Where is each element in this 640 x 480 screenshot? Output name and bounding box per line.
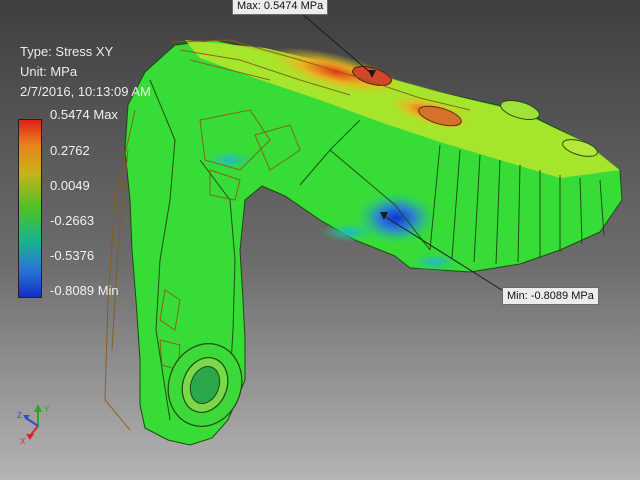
triad-x-label: X: [20, 437, 26, 446]
legend-label-5: -0.5376: [50, 248, 95, 263]
legend-label-min: -0.8089 Min: [50, 283, 119, 298]
result-unit: Unit: MPa: [20, 64, 78, 79]
result-timestamp: 2/7/2016, 10:13:09 AM: [20, 84, 151, 99]
triad-y-label: Y: [44, 405, 50, 414]
triad-z-axis: [25, 417, 39, 427]
legend-label-2: 0.2762: [50, 143, 90, 158]
result-type: Type: Stress XY: [20, 44, 114, 59]
min-probe-label[interactable]: Min: -0.8089 MPa: [502, 287, 599, 305]
triad-z-label: Z: [17, 411, 22, 420]
graphics-viewport[interactable]: Type: Stress XY Unit: MPa 2/7/2016, 10:1…: [0, 0, 640, 480]
legend-label-3: 0.0049: [50, 178, 90, 193]
stress-model[interactable]: [0, 0, 640, 480]
legend-label-max: 0.5474 Max: [50, 107, 118, 122]
color-legend-bar: [18, 119, 42, 298]
max-probe-label[interactable]: Max: 0.5474 MPa: [232, 0, 329, 15]
legend-label-4: -0.2663: [50, 213, 95, 228]
view-triad[interactable]: Y Z X: [16, 398, 66, 448]
